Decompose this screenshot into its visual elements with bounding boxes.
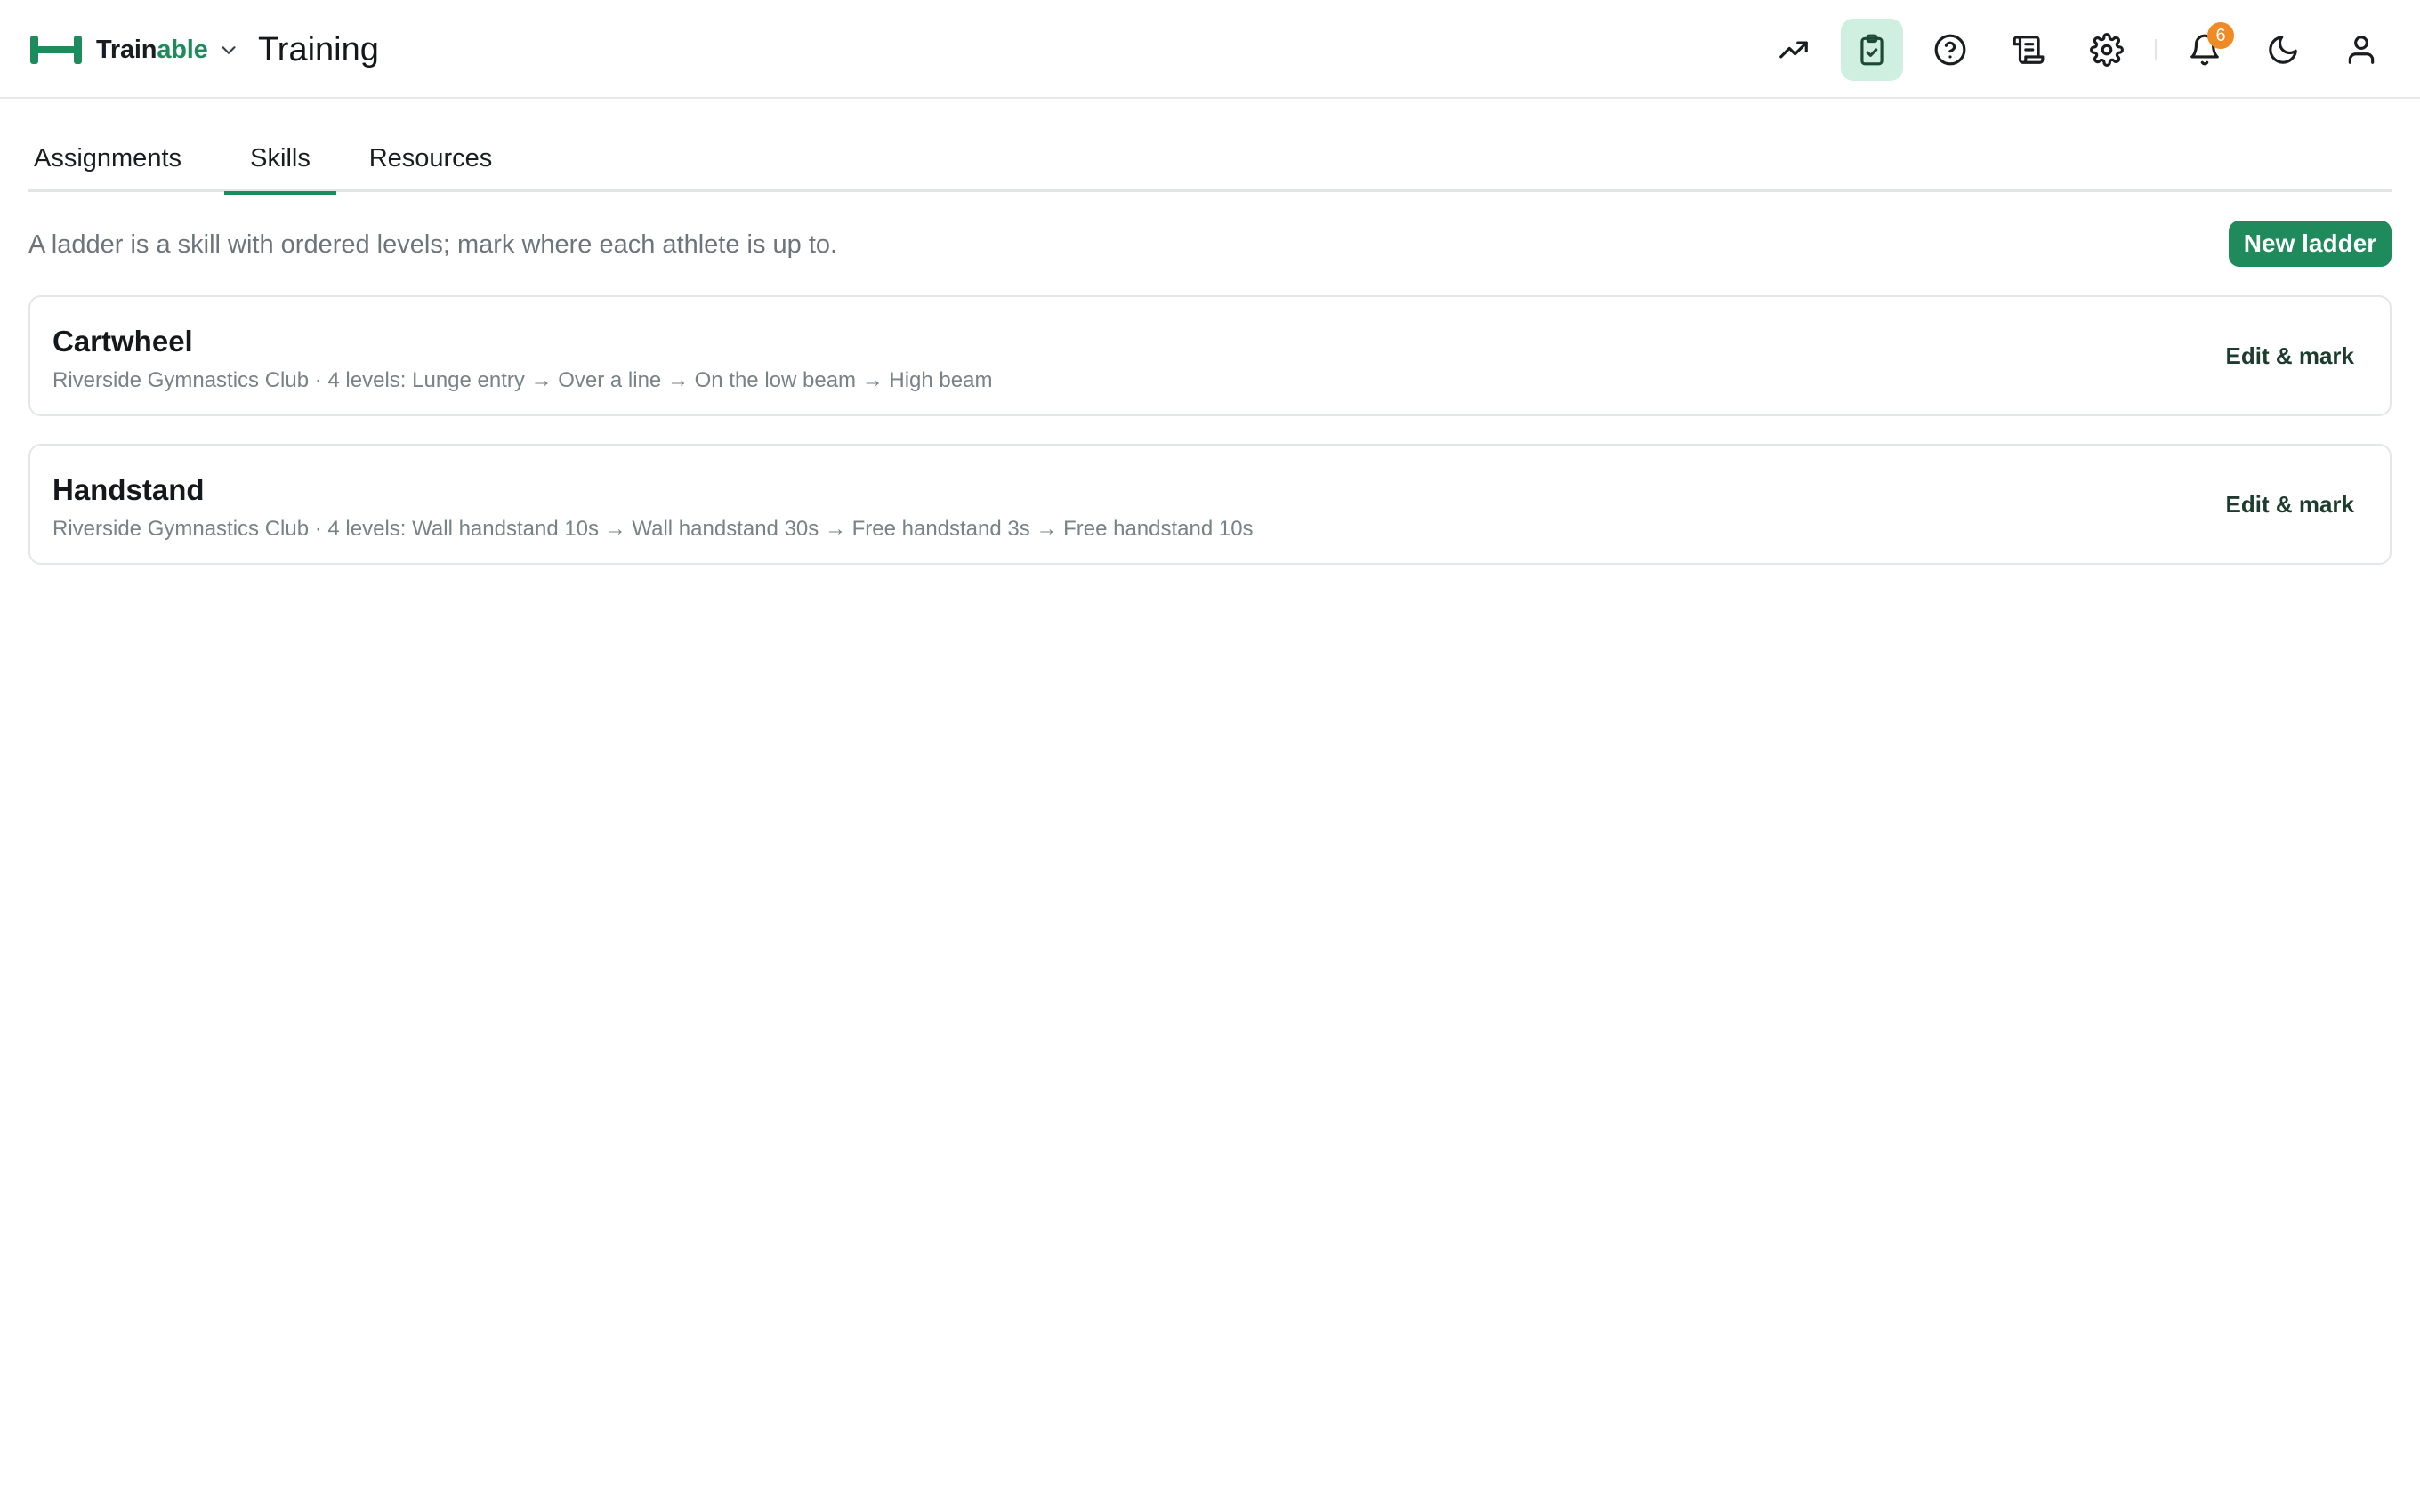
ladder-description: A ladder is a skill with ordered levels;… (28, 230, 838, 259)
moon-icon (2269, 36, 2297, 64)
records-button[interactable] (1997, 19, 2060, 81)
app-root: Trainable Training 6 Assignments Skills … (0, 0, 2420, 1512)
clipboard-check-icon (1860, 34, 1884, 66)
tab-assignments[interactable]: Assignments (28, 125, 187, 192)
analytics-button[interactable] (1763, 19, 1825, 81)
ladder-card: Handstand Riverside Gymnastics Club · 4 … (28, 444, 2392, 565)
tab-skills[interactable]: Skills (224, 125, 336, 195)
top-bar: Trainable Training 6 (0, 0, 2420, 99)
tab-resources[interactable]: Resources (351, 125, 511, 192)
dumbbell-logo-icon (30, 36, 82, 64)
ladder-title: Handstand (52, 473, 205, 506)
section-tabs: Assignments Skills Resources (28, 125, 2392, 195)
chevron-down-icon (222, 46, 236, 54)
training-button[interactable] (1841, 19, 1903, 81)
ladder-card: Cartwheel Riverside Gymnastics Club · 4 … (28, 295, 2392, 416)
toolbar-divider (2155, 39, 2157, 60)
notification-count-badge: 6 (2207, 22, 2234, 49)
edit-and-mark-button[interactable]: Edit & mark (2214, 336, 2368, 375)
page-title: Training (258, 31, 379, 68)
new-ladder-button[interactable]: New ladder (2229, 221, 2392, 267)
settings-gear-icon (2090, 33, 2124, 67)
settings-button[interactable] (2076, 19, 2138, 81)
ladder-summary: Riverside Gymnastics Club · 4 levels: Wa… (52, 517, 1254, 541)
ladder-summary: Riverside Gymnastics Club · 4 levels: Lu… (52, 368, 993, 392)
user-icon (2348, 36, 2375, 64)
scroll-icon (2013, 36, 2045, 64)
ladder-title: Cartwheel (52, 325, 193, 358)
brand-name-part-2: able (157, 36, 208, 64)
trending-up-icon (1779, 41, 1808, 59)
brand-name-part-1: Train (96, 36, 157, 64)
help-circle-icon (1934, 34, 1966, 66)
brand-switcher[interactable]: Trainable (28, 32, 238, 68)
edit-and-mark-button[interactable]: Edit & mark (2214, 485, 2368, 524)
brand-name: Trainable (96, 32, 208, 68)
notifications-button[interactable]: 6 (2174, 19, 2236, 81)
dark-mode-toggle[interactable] (2252, 19, 2314, 81)
help-button[interactable] (1919, 19, 1981, 81)
account-button[interactable] (2330, 19, 2392, 81)
